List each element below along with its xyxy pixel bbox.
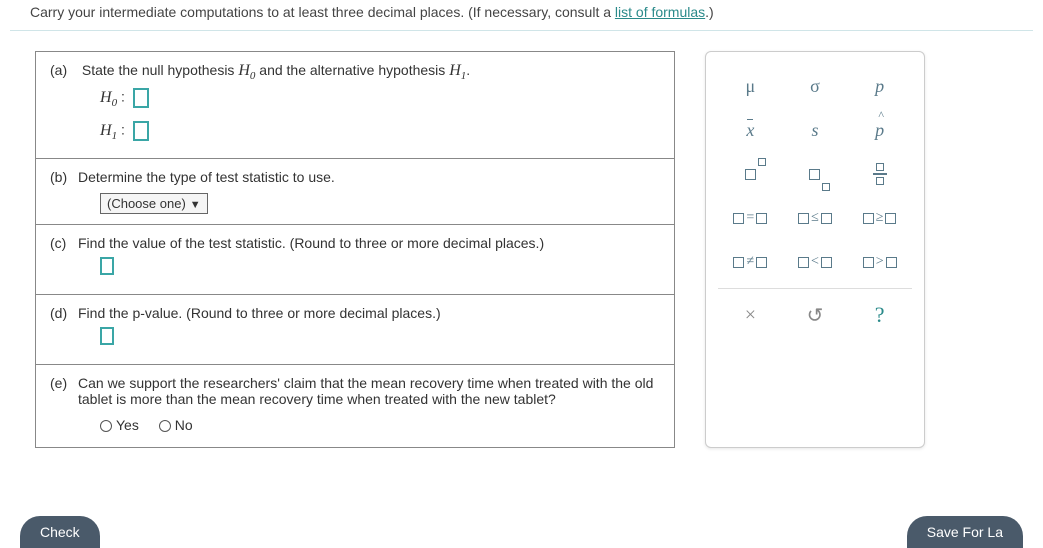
radio-icon: [100, 420, 112, 432]
gt-button[interactable]: >: [852, 244, 908, 280]
chevron-down-icon: ▼: [190, 199, 201, 211]
save-for-later-button[interactable]: Save For La: [907, 516, 1023, 548]
help-button[interactable]: ?: [852, 297, 908, 333]
mu-button[interactable]: μ: [722, 68, 778, 104]
xbar-button[interactable]: x: [722, 112, 778, 148]
equals-button[interactable]: =: [722, 200, 778, 236]
instruction-suffix: .): [705, 4, 714, 20]
formulas-link[interactable]: list of formulas: [615, 4, 705, 20]
test-statistic-input[interactable]: [100, 257, 114, 275]
part-b-label: (b): [50, 169, 78, 185]
ge-button[interactable]: ≥: [852, 200, 908, 236]
s-button[interactable]: s: [787, 112, 843, 148]
part-a-text: State the null hypothesis: [82, 62, 238, 78]
reset-button[interactable]: ↺: [787, 297, 843, 333]
part-d: (d)Find the p-value. (Round to three or …: [36, 294, 675, 364]
p-value-input[interactable]: [100, 327, 114, 345]
part-b: (b)Determine the type of test statistic …: [36, 158, 675, 224]
footer: Check Save For La: [0, 516, 1043, 548]
part-d-text: Find the p-value. (Round to three or mor…: [78, 305, 441, 321]
part-d-label: (d): [50, 305, 78, 321]
lt-button[interactable]: <: [787, 244, 843, 280]
h1-input[interactable]: [133, 121, 149, 141]
instruction-text: Carry your intermediate computations to …: [10, 0, 1033, 31]
symbol-palette: μ σ p x s p = ≤ ≥ ≠ < > × ↺ ?: [705, 51, 925, 448]
part-a: (a) State the null hypothesis H0 and the…: [36, 52, 675, 159]
question-table: (a) State the null hypothesis H0 and the…: [35, 51, 675, 448]
radio-icon: [159, 420, 171, 432]
subscript-button[interactable]: [787, 156, 843, 192]
clear-button[interactable]: ×: [722, 297, 778, 333]
radio-yes[interactable]: Yes: [100, 417, 139, 433]
ne-button[interactable]: ≠: [722, 244, 778, 280]
h1-label: H1: [100, 122, 117, 139]
fraction-button[interactable]: [852, 156, 908, 192]
part-c: (c)Find the value of the test statistic.…: [36, 224, 675, 294]
part-b-text: Determine the type of test statistic to …: [78, 169, 335, 185]
phat-button[interactable]: p: [852, 112, 908, 148]
h0-input[interactable]: [133, 88, 149, 108]
test-statistic-select[interactable]: (Choose one)▼: [100, 193, 208, 214]
le-button[interactable]: ≤: [787, 200, 843, 236]
h0-label: H0: [100, 89, 117, 106]
part-e-text: Can we support the researchers' claim th…: [78, 375, 660, 407]
part-e-label: (e): [50, 375, 78, 407]
part-a-label: (a): [50, 62, 78, 78]
sigma-button[interactable]: σ: [787, 68, 843, 104]
part-c-text: Find the value of the test statistic. (R…: [78, 235, 544, 251]
radio-no[interactable]: No: [159, 417, 193, 433]
part-e: (e)Can we support the researchers' claim…: [36, 364, 675, 447]
p-button[interactable]: p: [852, 68, 908, 104]
instruction-prefix: Carry your intermediate computations to …: [30, 4, 615, 20]
part-c-label: (c): [50, 235, 78, 251]
content-area: (a) State the null hypothesis H0 and the…: [10, 31, 1033, 468]
superscript-button[interactable]: [722, 156, 778, 192]
check-button[interactable]: Check: [20, 516, 100, 548]
